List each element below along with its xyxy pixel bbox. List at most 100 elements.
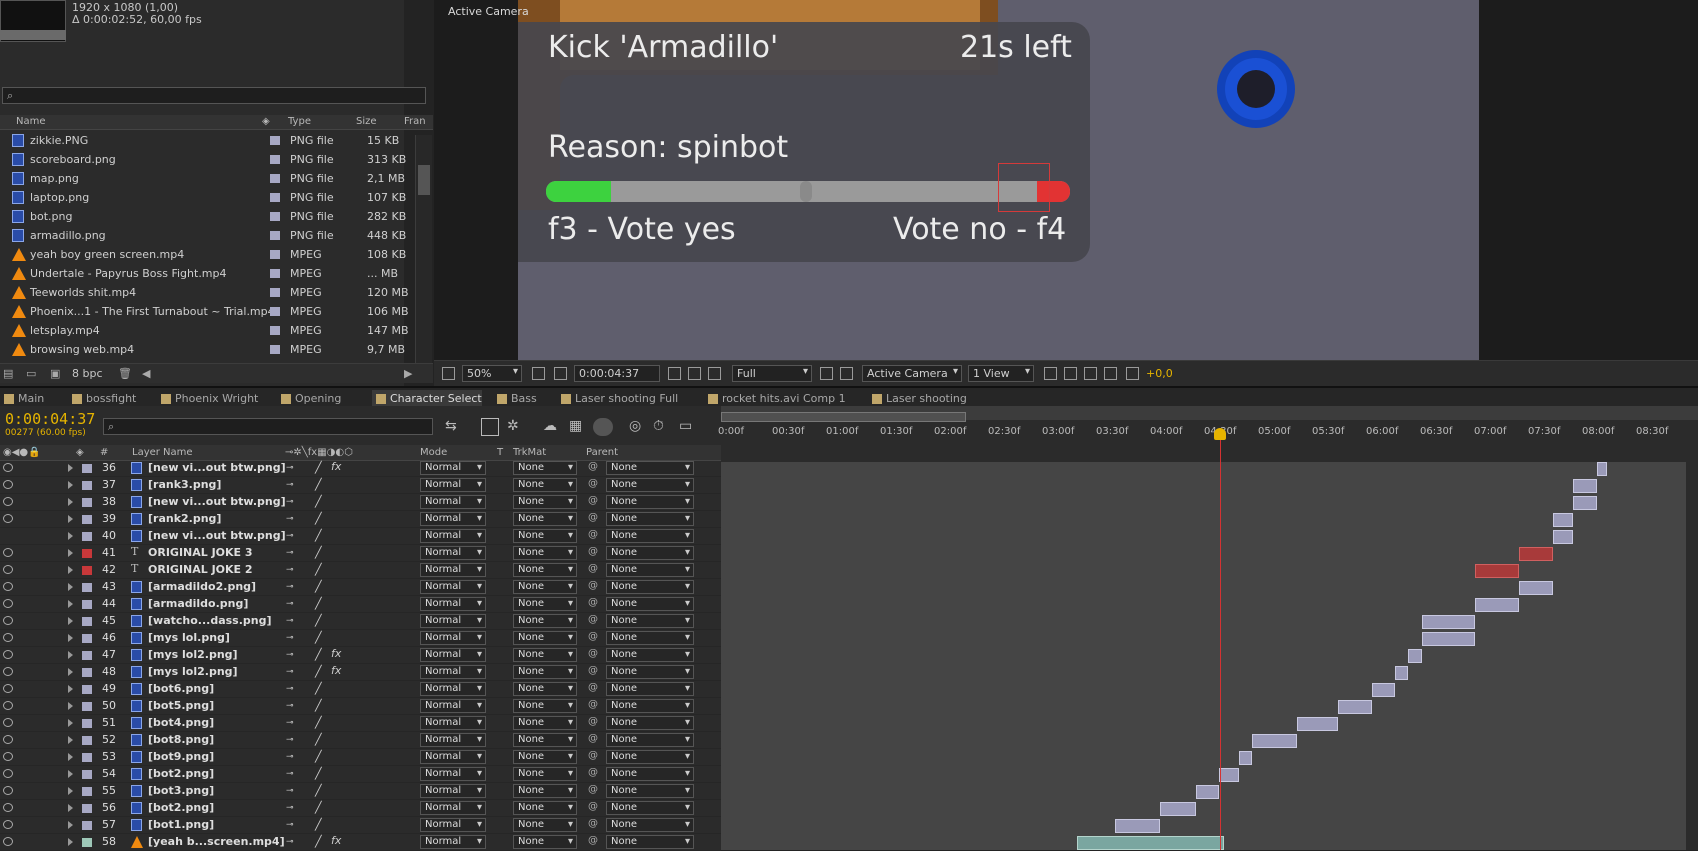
track-matte-select[interactable]: None bbox=[513, 597, 577, 611]
expand-twirl-icon[interactable] bbox=[68, 600, 73, 608]
blend-mode-select[interactable]: Normal bbox=[420, 461, 486, 475]
layer-duration-bar[interactable] bbox=[1573, 479, 1597, 493]
parent-select[interactable]: None bbox=[606, 631, 694, 645]
layer-duration-bar[interactable] bbox=[1395, 666, 1408, 680]
layer-label-color[interactable] bbox=[82, 651, 92, 660]
label-color-swatch[interactable] bbox=[270, 155, 280, 164]
layer-duration-bar[interactable] bbox=[1077, 836, 1224, 850]
video-toggle-icon[interactable] bbox=[3, 820, 13, 829]
layer-duration-bar[interactable] bbox=[1338, 700, 1372, 714]
layer-label-color[interactable] bbox=[82, 583, 92, 592]
expand-twirl-icon[interactable] bbox=[68, 481, 73, 489]
video-toggle-icon[interactable] bbox=[3, 548, 13, 557]
file-row[interactable]: letsplay.mp4 MPEG 147 MB bbox=[0, 321, 420, 340]
video-toggle-icon[interactable] bbox=[3, 514, 13, 523]
layer-name[interactable]: [bot1.png] bbox=[148, 818, 214, 831]
shy-switch-icon[interactable]: ⊸ bbox=[286, 701, 298, 711]
layer-name[interactable]: [bot2.png] bbox=[148, 767, 214, 780]
layer-label-color[interactable] bbox=[82, 804, 92, 813]
track-matte-select[interactable]: None bbox=[513, 665, 577, 679]
label-color-swatch[interactable] bbox=[270, 231, 280, 240]
expand-twirl-icon[interactable] bbox=[68, 770, 73, 778]
video-toggle-icon[interactable] bbox=[3, 684, 13, 693]
col-layer-name[interactable]: Layer Name bbox=[132, 447, 193, 458]
layer-label-color[interactable] bbox=[82, 634, 92, 643]
layer-label-color[interactable] bbox=[82, 566, 92, 575]
layer-label-color[interactable] bbox=[82, 770, 92, 779]
track-matte-select[interactable]: None bbox=[513, 529, 577, 543]
video-toggle-icon[interactable] bbox=[3, 752, 13, 761]
layer-row[interactable]: 58 [yeah b...screen.mp4]⊸ ╱ fx Normal None @ No… bbox=[0, 834, 721, 851]
layer-name[interactable]: ORIGINAL JOKE 2 bbox=[148, 563, 253, 576]
always-preview-icon[interactable] bbox=[442, 367, 455, 380]
expand-twirl-icon[interactable] bbox=[68, 787, 73, 795]
layer-name[interactable]: [mys lol.png] bbox=[148, 631, 230, 644]
track-matte-select[interactable]: None bbox=[513, 580, 577, 594]
track-matte-select[interactable]: None bbox=[513, 784, 577, 798]
parent-pick-whip-icon[interactable]: @ bbox=[588, 478, 598, 489]
layer-duration-bar[interactable] bbox=[1297, 717, 1338, 731]
track-matte-select[interactable]: None bbox=[513, 461, 577, 475]
shy-switch-icon[interactable]: ⊸ bbox=[286, 735, 298, 745]
expand-twirl-icon[interactable] bbox=[68, 651, 73, 659]
layer-name[interactable]: [rank2.png] bbox=[148, 512, 221, 525]
expand-twirl-icon[interactable] bbox=[68, 515, 73, 523]
show-snapshot-icon[interactable] bbox=[688, 367, 701, 380]
camera-select[interactable]: Active Camera bbox=[862, 365, 962, 382]
parent-select[interactable]: None bbox=[606, 512, 694, 526]
layer-switches-icon[interactable]: ⊸✲╲fx▦◑◐⬡ bbox=[285, 447, 353, 458]
layer-label-color[interactable] bbox=[82, 821, 92, 830]
timeline-timecode[interactable]: 0:00:04:37 bbox=[5, 410, 95, 428]
layer-name[interactable]: [armadildo2.png] bbox=[148, 580, 256, 593]
label-color-swatch[interactable] bbox=[270, 250, 280, 259]
layer-duration-bar[interactable] bbox=[1475, 564, 1519, 578]
render-icon[interactable]: ▭ bbox=[679, 418, 692, 434]
mask-visibility-icon[interactable] bbox=[554, 367, 567, 380]
motion-blur-icon[interactable]: ▦ bbox=[569, 418, 582, 434]
layer-row[interactable]: 46 [mys lol.png] ⊸ ╱ Normal None @ None bbox=[0, 630, 721, 647]
parent-pick-whip-icon[interactable]: @ bbox=[588, 495, 598, 506]
layer-name[interactable]: [bot4.png] bbox=[148, 716, 214, 729]
layer-duration-bar[interactable] bbox=[1160, 802, 1196, 816]
safe-zones-icon[interactable] bbox=[532, 367, 545, 380]
scroll-thumb[interactable] bbox=[418, 165, 430, 195]
quality-switch-icon[interactable]: ╱ bbox=[315, 529, 322, 542]
label-color-swatch[interactable] bbox=[270, 193, 280, 202]
work-area-bar[interactable] bbox=[721, 412, 966, 422]
layer-row[interactable]: 36 [new vi...out btw.png]⊸ ╱ fx Normal None @ N… bbox=[0, 460, 721, 477]
expand-twirl-icon[interactable] bbox=[68, 583, 73, 591]
blend-mode-select[interactable]: Normal bbox=[420, 546, 486, 560]
layer-label-color[interactable] bbox=[82, 549, 92, 558]
layer-row[interactable]: 37 [rank3.png] ⊸ ╱ Normal None @ None bbox=[0, 477, 721, 494]
shy-switch-icon[interactable]: ⊸ bbox=[286, 820, 298, 830]
layer-row[interactable]: 51 [bot4.png] ⊸ ╱ Normal None @ None bbox=[0, 715, 721, 732]
flowchart-icon[interactable] bbox=[1104, 367, 1117, 380]
file-row[interactable]: yeah boy green screen.mp4 MPEG 108 KB bbox=[0, 245, 420, 264]
parent-select[interactable]: None bbox=[606, 495, 694, 509]
parent-pick-whip-icon[interactable]: @ bbox=[588, 682, 598, 693]
col-mode[interactable]: Mode bbox=[420, 447, 447, 458]
blend-mode-select[interactable]: Normal bbox=[420, 529, 486, 543]
shy-switch-icon[interactable]: ⊸ bbox=[286, 786, 298, 796]
layer-duration-bar[interactable] bbox=[1519, 547, 1553, 561]
layer-row[interactable]: 52 [bot8.png] ⊸ ╱ Normal None @ None bbox=[0, 732, 721, 749]
shy-switch-icon[interactable]: ⊸ bbox=[286, 548, 298, 558]
track-matte-select[interactable]: None bbox=[513, 699, 577, 713]
expand-twirl-icon[interactable] bbox=[68, 668, 73, 676]
resolution-select[interactable]: Full bbox=[732, 365, 812, 382]
blend-mode-select[interactable]: Normal bbox=[420, 563, 486, 577]
track-matte-select[interactable]: None bbox=[513, 750, 577, 764]
track-matte-select[interactable]: None bbox=[513, 495, 577, 509]
expand-twirl-icon[interactable] bbox=[68, 498, 73, 506]
video-toggle-icon[interactable] bbox=[3, 837, 13, 846]
blend-mode-select[interactable]: Normal bbox=[420, 835, 486, 849]
effects-switch-icon[interactable]: fx bbox=[331, 647, 341, 660]
track-matte-select[interactable]: None bbox=[513, 631, 577, 645]
shy-switch-icon[interactable]: ⊸ bbox=[286, 616, 298, 626]
layer-duration-bar[interactable] bbox=[1115, 819, 1160, 833]
file-row[interactable]: armadillo.png PNG file 448 KB bbox=[0, 226, 420, 245]
project-scrollbar[interactable] bbox=[415, 135, 432, 363]
parent-select[interactable]: None bbox=[606, 478, 694, 492]
quality-switch-icon[interactable]: ╱ bbox=[315, 665, 322, 678]
parent-pick-whip-icon[interactable]: @ bbox=[588, 699, 598, 710]
